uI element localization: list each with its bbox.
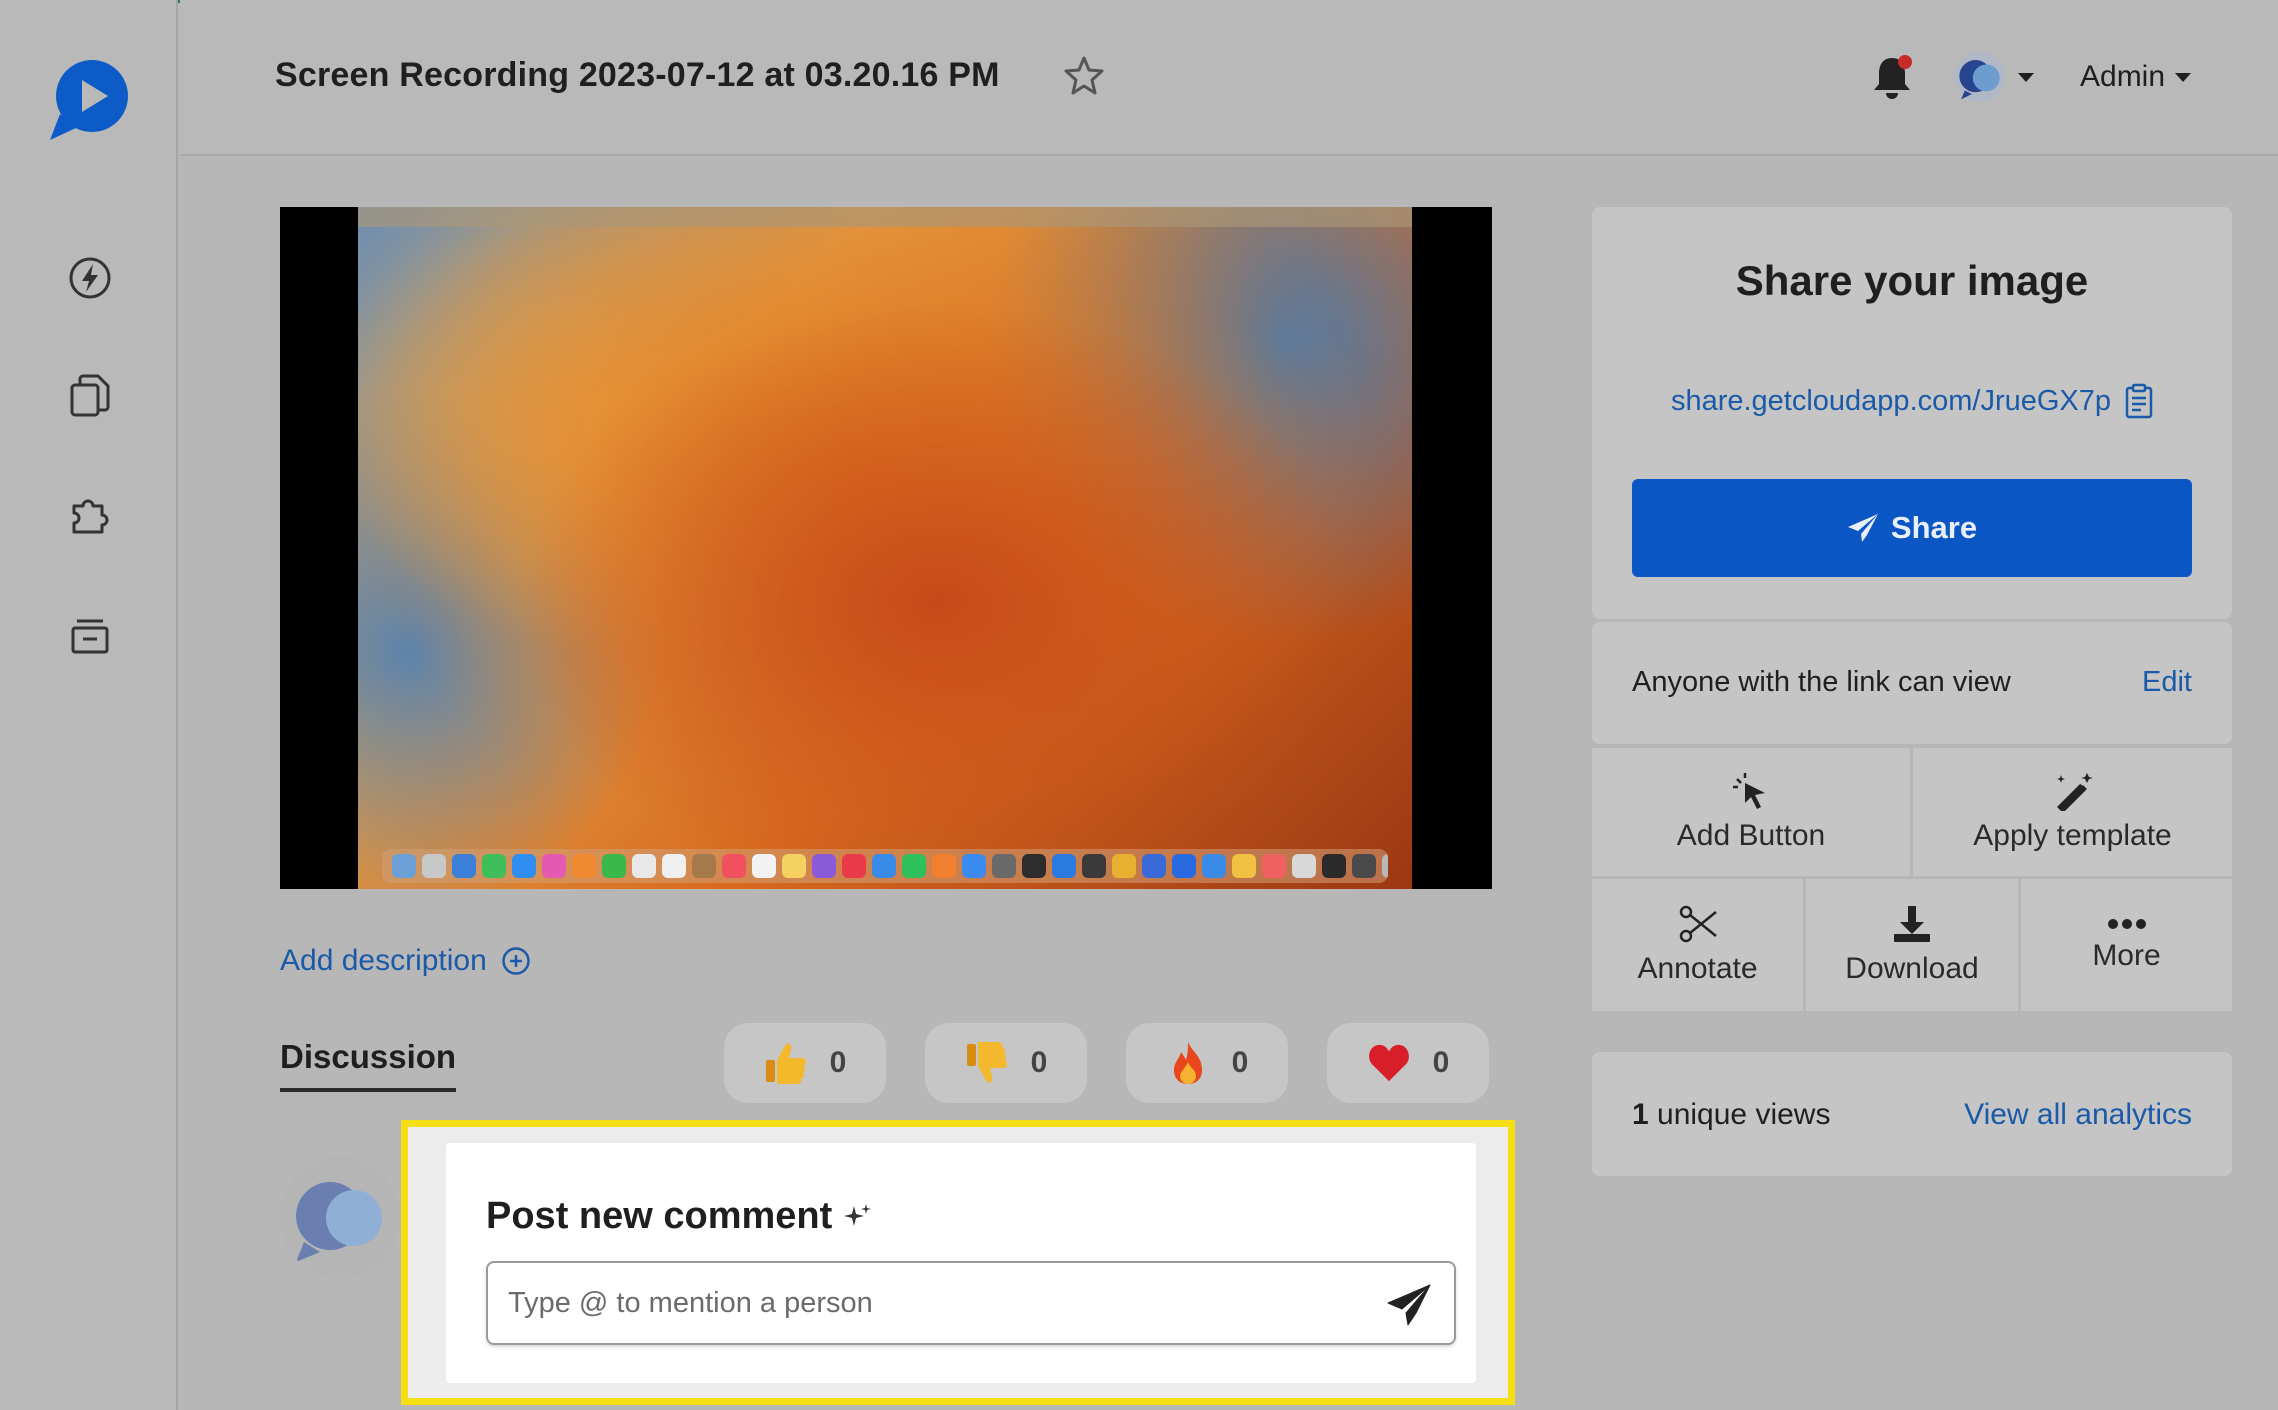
admin-menu[interactable]: Admin <box>2080 60 2192 94</box>
cursor-click-icon <box>1733 773 1765 809</box>
apply-template-action[interactable]: Apply template <box>1913 748 2232 876</box>
archive-icon[interactable] <box>66 610 114 658</box>
favorite-star-icon[interactable] <box>1062 54 1106 98</box>
more-action[interactable]: More <box>2021 879 2232 1011</box>
reaction-count: 0 <box>829 1046 847 1079</box>
reaction-heart-button[interactable]: 0 <box>1327 1023 1489 1103</box>
reaction-count: 0 <box>1030 1046 1048 1079</box>
sparkles-icon <box>844 1203 872 1226</box>
app-logo-icon[interactable] <box>46 56 134 142</box>
share-button-label: Share <box>1890 510 1978 545</box>
chevron-down-icon <box>2018 72 2034 82</box>
share-link-row: share.getcloudapp.com/JrueGX7p <box>1592 383 2232 419</box>
header: Screen Recording 2023-07-12 at 03.20.16 … <box>180 0 2278 156</box>
share-title: Share your image <box>1735 257 2089 304</box>
share-button[interactable]: Share <box>1632 479 2192 577</box>
send-icon[interactable] <box>1386 1283 1432 1327</box>
comment-title: Post new comment <box>486 1195 874 1238</box>
comment-title-label: Post new comment <box>486 1195 833 1237</box>
reaction-count: 0 <box>1231 1046 1249 1079</box>
download-action[interactable]: Download <box>1806 879 2018 1011</box>
reaction-thumbs-down-button[interactable]: 0 <box>925 1023 1087 1103</box>
add-button-label: Add Button <box>1676 819 1826 852</box>
reaction-fire-button[interactable]: 0 <box>1126 1023 1288 1103</box>
add-button-action[interactable]: Add Button <box>1592 748 1910 876</box>
lightning-icon[interactable] <box>66 254 114 302</box>
views-count: 1 <box>1632 1098 1649 1131</box>
page-title: Screen Recording 2023-07-12 at 03.20.16 … <box>275 56 1000 94</box>
permission-text: Anyone with the link can view <box>1632 666 2011 698</box>
scissors-icon <box>1679 905 1717 943</box>
admin-label: Admin <box>2080 60 2166 93</box>
reaction-thumbs-up-button[interactable]: 0 <box>724 1023 886 1103</box>
avatar <box>280 1158 400 1278</box>
sidebar <box>0 0 178 1410</box>
download-icon <box>1894 906 1930 942</box>
tab-discussion[interactable]: Discussion <box>280 1038 457 1092</box>
reaction-count: 0 <box>1432 1046 1450 1079</box>
add-description-label: Add description <box>280 944 487 977</box>
avatar <box>1954 51 2006 103</box>
comment-input[interactable] <box>508 1283 1368 1323</box>
documents-icon[interactable] <box>66 372 114 420</box>
mac-menubar <box>358 207 1412 227</box>
thumbs-up-emoji-icon <box>764 1040 808 1086</box>
share-card: Share your image share.getcloudapp.com/J… <box>1592 207 2232 619</box>
chevron-down-icon <box>2175 72 2192 82</box>
comment-composer-highlight: Post new comment <box>401 1120 1515 1405</box>
thumbs-down-emoji-icon <box>965 1040 1009 1086</box>
edit-permission-link[interactable]: Edit <box>2142 666 2192 699</box>
download-label: Download <box>1845 952 1979 985</box>
view-all-analytics-link[interactable]: View all analytics <box>1964 1098 2192 1132</box>
heart-emoji-icon <box>1367 1040 1411 1086</box>
fire-emoji-icon <box>1166 1040 1210 1086</box>
views-label: unique views <box>1648 1098 1831 1131</box>
video-frame <box>358 207 1412 889</box>
permission-card: Anyone with the link can view Edit <box>1592 622 2232 744</box>
analytics-card: 1 unique views View all analytics <box>1592 1052 2232 1176</box>
share-link[interactable]: share.getcloudapp.com/JrueGX7p <box>1671 385 2111 418</box>
magic-wand-icon <box>2056 773 2093 811</box>
annotate-label: Annotate <box>1637 952 1758 985</box>
unique-views: 1 unique views <box>1632 1098 1830 1132</box>
annotate-action[interactable]: Annotate <box>1592 879 1803 1011</box>
account-avatar-menu[interactable] <box>1954 44 2034 110</box>
video-player[interactable] <box>280 207 1492 889</box>
more-label: More <box>2092 939 2161 972</box>
comment-field[interactable] <box>486 1261 1456 1345</box>
puzzle-icon[interactable] <box>66 490 114 538</box>
comment-composer: Post new comment <box>446 1143 1476 1383</box>
notifications-bell-icon[interactable] <box>1868 52 1916 102</box>
add-description-link[interactable]: Add description <box>280 944 531 978</box>
paper-plane-icon <box>1847 514 1878 542</box>
more-dots-icon <box>2107 919 2146 929</box>
apply-template-label: Apply template <box>1973 819 2172 852</box>
clipboard-icon[interactable] <box>2125 383 2153 419</box>
mac-dock <box>382 849 1388 883</box>
plus-circle-icon <box>502 947 530 975</box>
